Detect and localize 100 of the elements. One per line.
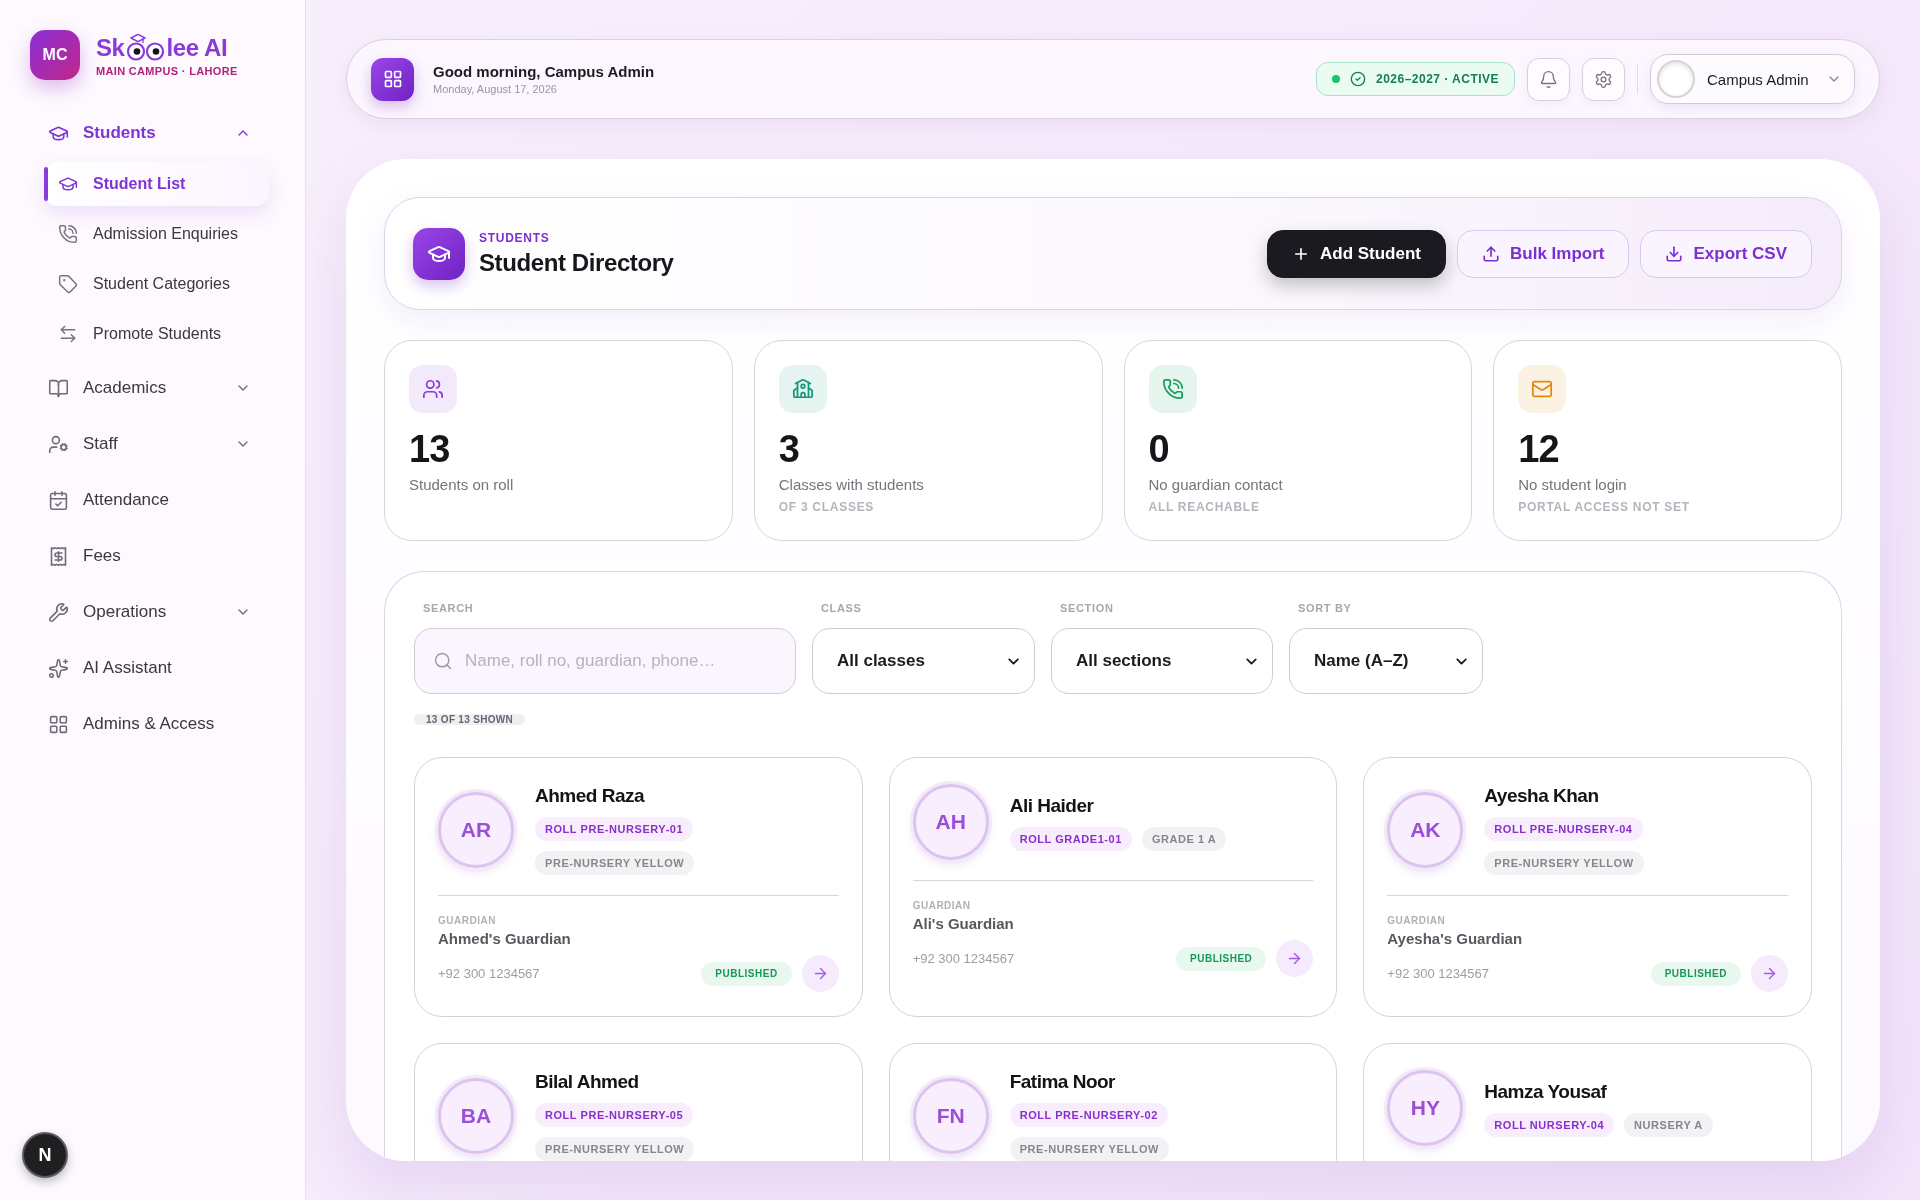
campus-name: MAIN CAMPUS · LAHORE [96, 65, 238, 77]
sidebar-item[interactable]: AI Assistant [36, 644, 269, 692]
sidebar-subitem[interactable]: Student Categories [44, 262, 269, 306]
calendar-icon [48, 489, 69, 511]
action-button[interactable]: Add Student [1266, 229, 1446, 278]
guardian-name: Ahmed's Guardian [438, 930, 571, 947]
bell-icon [1539, 69, 1558, 89]
sidebar-item[interactable]: Staff [36, 420, 269, 468]
action-button[interactable]: Bulk Import [1457, 229, 1630, 278]
search-field[interactable]: Name, roll no, guardian, phone… [414, 628, 796, 694]
stat-label: Students on roll [409, 476, 514, 493]
stat-note: OF 3 CLASSES [778, 500, 875, 514]
page-title: Student Directory [479, 248, 674, 277]
class-tag: GRADE 1 A [1141, 826, 1227, 851]
stat-label: No student login [1518, 476, 1627, 493]
class-tag: NURSERY A [1624, 1112, 1713, 1137]
student-name: Bilal Ahmed [535, 1070, 639, 1094]
phone-number: +92 300 1234567 [1387, 966, 1489, 981]
sidebar-item[interactable]: Attendance [36, 476, 269, 524]
class-tag: PRE-NURSERY YELLOW [535, 851, 695, 875]
student-name: Ali Haider [1009, 793, 1094, 818]
check-circle-icon [1350, 71, 1367, 87]
class-tag: PRE-NURSERY YELLOW [1009, 1137, 1169, 1161]
stat-value: 12 [1518, 430, 1559, 468]
student-name: Fatima Noor [1009, 1070, 1115, 1094]
roll-tag: ROLL PRE-NURSERY-02 [1009, 1103, 1168, 1127]
stat-value: 13 [409, 430, 450, 468]
book-icon [48, 377, 69, 399]
dropdown-field[interactable]: All classes [812, 628, 1035, 694]
status-badge: PUBLISHED [1176, 946, 1267, 971]
stat-value: 3 [778, 430, 799, 468]
eyes-icon [125, 33, 166, 61]
graduation-cap-icon [58, 174, 78, 194]
roll-tag: ROLL GRADE1-01 [1009, 826, 1132, 851]
sidebar-item[interactable]: Fees [36, 532, 269, 580]
stat-note: ALL REACHABLE [1148, 500, 1260, 514]
wrench-icon [48, 601, 69, 623]
session-label: 2026–2027 · ACTIVE [1376, 72, 1499, 86]
dropdown-field[interactable]: All sections [1051, 628, 1273, 694]
filter-label: CLASS [821, 602, 862, 614]
settings-icon [1594, 69, 1613, 89]
campus-avatar: MC [30, 30, 80, 80]
stat-note: PORTAL ACCESS NOT SET [1518, 500, 1690, 514]
stat-label: No guardian contact [1148, 476, 1283, 493]
brand-name: lee AI [166, 34, 228, 62]
sidebar-item[interactable]: Students [36, 109, 269, 157]
download-icon [1665, 244, 1684, 263]
guardian-name: Ali's Guardian [912, 915, 1014, 932]
action-button[interactable]: Export CSV [1640, 229, 1812, 278]
sidebar-subitem[interactable]: Promote Students [44, 312, 269, 356]
user-gear-icon [48, 433, 69, 455]
student-avatar: AK [1387, 791, 1464, 868]
graduation-cap-icon [413, 227, 465, 280]
grid-icon [48, 713, 69, 735]
date-text: Monday, August 17, 2026 [433, 83, 557, 95]
student-avatar: HY [1387, 1070, 1464, 1146]
upload-icon [1482, 244, 1500, 263]
guardian-name: Ayesha's Guardian [1387, 930, 1523, 947]
sidebar-item[interactable]: Admins & Access [36, 700, 269, 748]
swap-arrows-icon [58, 324, 78, 344]
dropdown-field[interactable]: Name (A–Z) [1289, 628, 1483, 694]
sidebar-subitem[interactable]: Admission Enquiries [44, 212, 269, 256]
phone-number: +92 300 1234567 [912, 951, 1015, 966]
open-student-button[interactable] [801, 955, 839, 992]
filter-label: SEARCH [423, 602, 474, 614]
receipt-icon [48, 545, 69, 567]
tag-icon [58, 274, 78, 294]
guardian-label: GUARDIAN [912, 900, 971, 911]
user-menu[interactable]: Campus Admin [1650, 54, 1855, 104]
notifications-button[interactable] [1527, 57, 1570, 101]
roll-tag: ROLL PRE-NURSERY-04 [1484, 817, 1643, 841]
sidebar-item[interactable]: Academics [36, 364, 269, 412]
user-avatar [1657, 60, 1695, 98]
guardian-label: GUARDIAN [1387, 915, 1446, 926]
class-tag: PRE-NURSERY YELLOW [535, 1137, 695, 1161]
roll-tag: ROLL NURSERY-04 [1484, 1112, 1615, 1137]
student-avatar: BA [438, 1077, 514, 1154]
page-eyebrow: STUDENTS [479, 230, 550, 245]
sidebar-item[interactable]: Operations [36, 588, 269, 636]
filter-label: SORT BY [1298, 602, 1352, 614]
student-avatar: AH [912, 784, 989, 860]
brand-name: Sk [96, 34, 125, 62]
status-dot-icon [1332, 75, 1341, 83]
status-badge: PUBLISHED [1650, 961, 1741, 986]
sidebar-subitem[interactable]: Student List [44, 162, 269, 206]
greeting-text: Good morning, Campus Admin [433, 63, 655, 80]
student-avatar: AR [438, 791, 514, 868]
student-name: Ahmed Raza [535, 784, 645, 808]
result-count: 13 OF 13 SHOWN [414, 714, 525, 725]
dev-tools-button[interactable]: N [22, 1132, 68, 1178]
student-avatar: FN [912, 1077, 989, 1154]
open-student-button[interactable] [1751, 955, 1788, 992]
sparkles-icon [48, 657, 69, 679]
guardian-label: GUARDIAN [438, 915, 496, 926]
settings-button[interactable] [1582, 57, 1625, 101]
phone-icon [58, 224, 78, 244]
open-student-button[interactable] [1276, 940, 1314, 977]
class-tag: PRE-NURSERY YELLOW [1484, 851, 1644, 875]
filter-label: SECTION [1060, 602, 1114, 614]
roll-tag: ROLL PRE-NURSERY-01 [535, 817, 694, 841]
